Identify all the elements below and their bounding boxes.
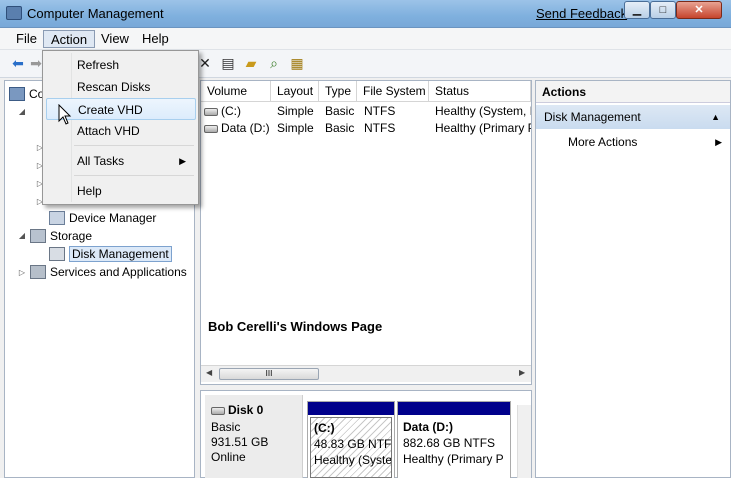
volume-cell: (C:) [204, 103, 270, 120]
disk-name: Disk 0 [211, 403, 263, 417]
fs-cell: NTFS [364, 104, 396, 118]
tree-item-services-and-applications[interactable]: Services and Applications [30, 263, 187, 281]
type-cell: Basic [325, 121, 355, 135]
magnify-icon[interactable]: ⌕ [265, 55, 283, 71]
partition-c[interactable]: (C:) 48.83 GB NTFS Healthy (Syste [307, 401, 395, 478]
tree-item-device-manager[interactable]: Device Manager [49, 209, 156, 227]
back-icon[interactable]: ⬅ [9, 55, 27, 71]
send-feedback-link[interactable]: Send Feedback [536, 6, 627, 21]
action-menu: Refresh Rescan Disks Create VHD Attach V… [42, 50, 199, 205]
menu-item-rescan-disks[interactable]: Rescan Disks [46, 76, 196, 98]
menu-item-help[interactable]: Help [46, 180, 196, 202]
partition-name: (C:) [314, 421, 335, 435]
tree-item-storage[interactable]: Storage [30, 227, 92, 245]
tree-item-disk-management[interactable]: Disk Management [49, 245, 172, 263]
window-title: Computer Management [27, 6, 164, 21]
disk-management-icon [49, 247, 65, 261]
column-header-volume[interactable]: Volume [201, 81, 271, 102]
disk-type: Basic [211, 420, 241, 434]
open-folder-icon[interactable]: ▰ [242, 55, 260, 71]
scroll-thumb[interactable]: III [219, 368, 319, 380]
partition-body: Data (D:) 882.68 GB NTFS Healthy (Primar… [400, 417, 508, 478]
column-header-type[interactable]: Type [319, 81, 357, 102]
status-cell: Healthy (System, B [435, 104, 531, 118]
mouse-pointer-icon [58, 104, 72, 125]
properties-icon[interactable]: ▤ [219, 55, 237, 71]
title-bar: Computer Management Send Feedback ▁ □ ✕ [0, 0, 731, 28]
disk-icon [211, 407, 225, 415]
menu-action[interactable]: Action [43, 30, 96, 48]
partition-bar [308, 402, 394, 415]
layout-cell: Simple [277, 104, 314, 118]
collapse-icon[interactable]: ◢ [17, 107, 27, 116]
menu-help[interactable]: Help [135, 30, 176, 48]
status-cell: Healthy (Primary P [435, 121, 531, 135]
menu-separator [74, 145, 194, 146]
partition-status: Healthy (Primary P [403, 452, 504, 466]
scroll-right-icon[interactable]: ▶ [519, 368, 525, 377]
volume-cell: Data (D:) [204, 120, 272, 137]
menu-file[interactable]: File [9, 30, 44, 48]
expand-icon[interactable]: ▷ [17, 268, 27, 277]
services-icon [30, 265, 46, 279]
actions-pane: Actions Disk Management ▲ More Actions ▶ [535, 80, 731, 478]
partition-size: 882.68 GB NTFS [403, 436, 496, 450]
scroll-left-icon[interactable]: ◀ [206, 368, 212, 377]
menu-item-refresh[interactable]: Refresh [46, 54, 196, 76]
submenu-arrow-icon: ▶ [179, 156, 186, 166]
menu-bar: File Action View Help [0, 28, 731, 50]
storage-icon [30, 229, 46, 243]
menu-view[interactable]: View [94, 30, 136, 48]
more-actions-item[interactable]: More Actions ▶ [568, 133, 728, 151]
close-button[interactable]: ✕ [676, 1, 722, 19]
computer-icon [9, 87, 25, 101]
computer-management-app-icon [6, 6, 22, 20]
volume-icon [204, 108, 218, 116]
menu-separator [74, 175, 194, 176]
menu-item-all-tasks[interactable]: All Tasks ▶ [46, 150, 196, 172]
partition-size: 48.83 GB NTFS [314, 437, 392, 451]
volume-list: Volume Layout Type File System Status (C… [200, 80, 532, 385]
disk-0-label[interactable]: Disk 0 Basic 931.51 GB Online [205, 395, 303, 478]
vertical-scrollbar[interactable] [517, 405, 531, 478]
device-manager-icon [49, 211, 65, 225]
disk-graphic-pane: Disk 0 Basic 931.51 GB Online (C:) 48.83… [200, 390, 532, 478]
collapse-triangle-icon: ▲ [711, 112, 720, 122]
column-header-file-system[interactable]: File System [357, 81, 429, 102]
layout-cell: Simple [277, 121, 314, 135]
disk-tool-icon[interactable]: ▦ [288, 55, 306, 71]
partition-status: Healthy (Syste [314, 453, 392, 467]
watermark-text: Bob Cerelli's Windows Page [208, 319, 383, 334]
disk-state: Online [211, 450, 246, 464]
disk-size: 931.51 GB [211, 435, 269, 449]
tree-root[interactable]: Co [9, 85, 44, 103]
horizontal-scrollbar[interactable]: ◀ III ▶ [201, 365, 531, 382]
partition-d[interactable]: Data (D:) 882.68 GB NTFS Healthy (Primar… [397, 401, 511, 478]
actions-section-disk-management[interactable]: Disk Management ▲ [536, 105, 730, 129]
fs-cell: NTFS [364, 121, 396, 135]
partition-bar [398, 402, 510, 415]
volume-icon [204, 125, 218, 133]
type-cell: Basic [325, 104, 355, 118]
submenu-arrow-icon: ▶ [715, 137, 722, 147]
minimize-button[interactable]: ▁ [624, 1, 650, 19]
column-header-layout[interactable]: Layout [271, 81, 319, 102]
maximize-button[interactable]: □ [650, 1, 676, 19]
column-header-status[interactable]: Status [429, 81, 531, 102]
partition-name: Data (D:) [403, 420, 453, 434]
partition-body: (C:) 48.83 GB NTFS Healthy (Syste [310, 417, 392, 478]
actions-title: Actions [536, 81, 730, 103]
collapse-icon[interactable]: ◢ [17, 231, 27, 240]
